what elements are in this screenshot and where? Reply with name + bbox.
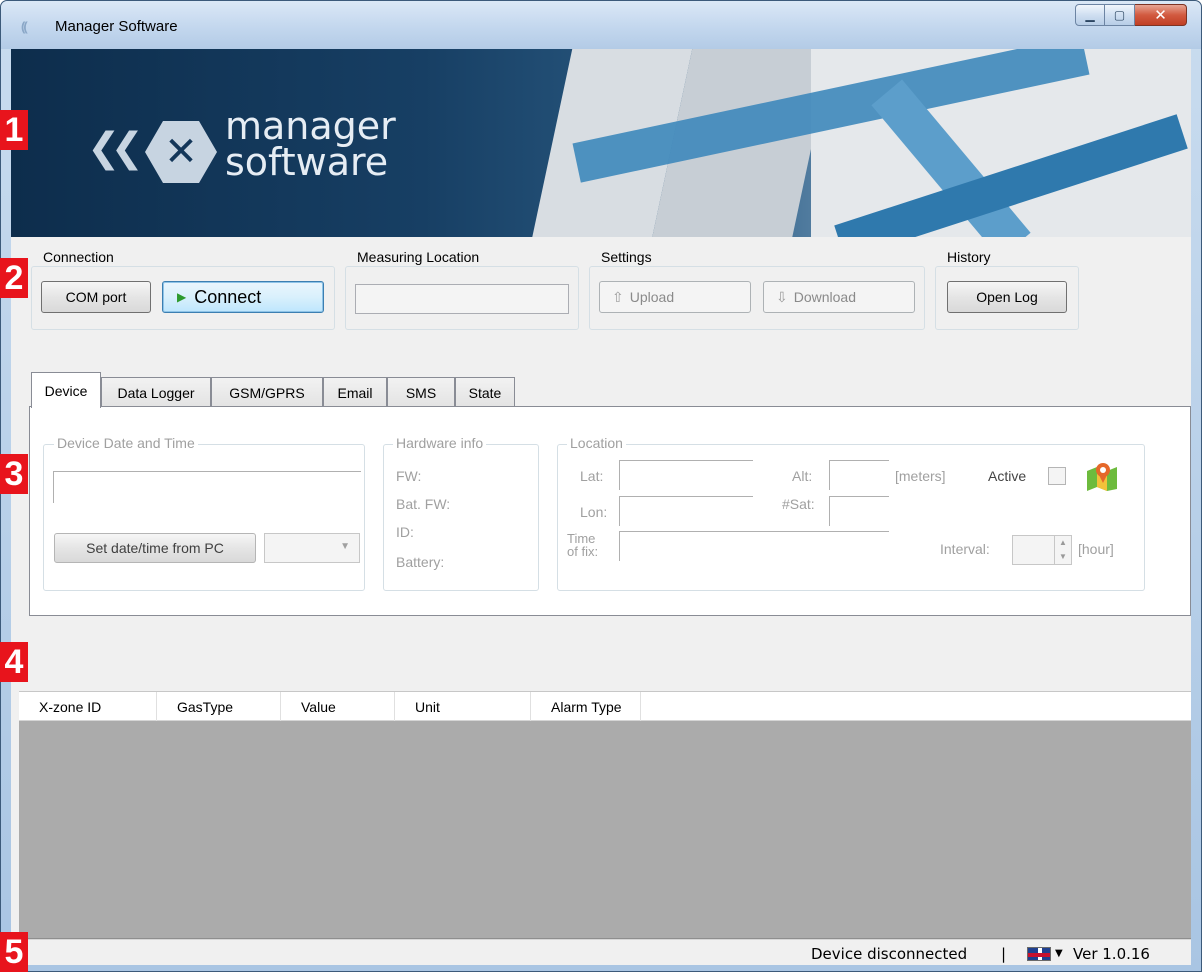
hardware-info-label: Hardware info xyxy=(393,435,487,451)
badge-1: 1 xyxy=(0,110,28,150)
measuring-location-label: Measuring Location xyxy=(357,249,480,265)
active-checkbox[interactable] xyxy=(1048,467,1066,485)
minimize-button[interactable]: ▁ xyxy=(1075,4,1105,26)
connect-label: Connect xyxy=(194,286,262,307)
logo-x-icon: ✕ xyxy=(145,121,217,183)
map-pin-icon[interactable] xyxy=(1085,461,1119,491)
connect-button[interactable]: ▶ Connect xyxy=(162,281,324,313)
sat-label: #Sat: xyxy=(782,496,815,512)
settings-label: Settings xyxy=(601,249,652,265)
set-date-time-button[interactable]: Set date/time from PC xyxy=(54,533,256,563)
tab-device[interactable]: Device xyxy=(31,372,101,408)
alarms-grid-body[interactable] xyxy=(19,721,1191,939)
location-label: Location xyxy=(567,435,626,451)
history-label: History xyxy=(947,249,991,265)
alarms-grid-header: X-zone ID GasType Value Unit Alarm Type xyxy=(19,691,1191,721)
id-label: ID: xyxy=(396,524,414,540)
lon-input[interactable] xyxy=(619,496,753,526)
status-separator: | xyxy=(1001,945,1007,963)
chevron-down-icon: ▼ xyxy=(340,541,350,552)
close-button[interactable]: ✕ xyxy=(1135,4,1187,26)
logo-chevrons-icon: ❮❮ xyxy=(87,125,144,171)
active-label: Active xyxy=(988,468,1027,484)
time-of-fix-input[interactable] xyxy=(619,531,889,561)
date-time-label: Device Date and Time xyxy=(54,435,198,451)
time-of-fix-line2: of fix: xyxy=(567,544,599,559)
play-icon: ▶ xyxy=(177,290,187,304)
alt-label: Alt: xyxy=(792,468,813,484)
badge-5: 5 xyxy=(0,932,28,972)
window-title: Manager Software xyxy=(55,18,178,35)
banner: ❮❮ ✕ manager software xyxy=(11,49,1191,237)
column-header-gas-type[interactable]: GasType xyxy=(157,692,281,721)
interval-stepper[interactable]: ▲ ▼ xyxy=(1012,535,1072,565)
download-icon: ⇩ xyxy=(776,288,788,305)
interval-label: Interval: xyxy=(940,541,990,557)
column-header-unit[interactable]: Unit xyxy=(395,692,531,721)
battery-label: Battery: xyxy=(396,554,445,570)
open-log-button[interactable]: Open Log xyxy=(947,281,1067,313)
device-tab-panel: Device Date and Time Set date/time from … xyxy=(29,406,1191,616)
tab-sms[interactable]: SMS xyxy=(387,377,455,407)
app-window: (( Manager Software ▁ ▢ ✕ ❮❮ ✕ manager s… xyxy=(0,0,1202,972)
lon-label: Lon: xyxy=(580,504,608,520)
download-button[interactable]: ⇩ Download xyxy=(763,281,915,313)
status-bar: Device disconnected | ▼ Ver 1.0.16 xyxy=(11,939,1191,965)
bat-fw-label: Bat. FW: xyxy=(396,496,451,512)
sat-input[interactable] xyxy=(829,496,889,526)
column-header-value[interactable]: Value xyxy=(281,692,395,721)
maximize-button[interactable]: ▢ xyxy=(1105,4,1135,26)
app-icon: (( xyxy=(21,19,28,34)
upload-button[interactable]: ⇧ Upload xyxy=(599,281,751,313)
column-header-alarm-type[interactable]: Alarm Type xyxy=(531,692,641,721)
lat-input[interactable] xyxy=(619,460,753,490)
meters-label: [meters] xyxy=(895,468,946,484)
fw-label: FW: xyxy=(396,468,422,484)
upload-icon: ⇧ xyxy=(612,288,624,305)
client-area: ❮❮ ✕ manager software Connection COM por… xyxy=(11,49,1191,965)
tab-data-logger[interactable]: Data Logger xyxy=(101,377,211,407)
time-of-fix-label: Time of fix: xyxy=(567,532,598,558)
tab-state[interactable]: State xyxy=(455,377,515,407)
upload-label: Upload xyxy=(629,289,675,305)
logo-text-software: software xyxy=(225,140,389,184)
badge-4: 4 xyxy=(0,642,28,682)
badge-3: 3 xyxy=(0,454,28,494)
language-flag-icon[interactable] xyxy=(1027,947,1051,961)
language-dropdown-arrow-icon[interactable]: ▼ xyxy=(1055,948,1063,959)
connection-status: Device disconnected xyxy=(811,945,968,963)
badge-2: 2 xyxy=(0,258,28,298)
version-label: Ver 1.0.16 xyxy=(1073,945,1150,963)
connection-label: Connection xyxy=(43,249,114,265)
date-time-group xyxy=(43,444,365,591)
title-bar[interactable]: (( Manager Software ▁ ▢ ✕ xyxy=(1,1,1201,49)
com-port-button[interactable]: COM port xyxy=(41,281,151,313)
lat-label: Lat: xyxy=(580,468,604,484)
tab-email[interactable]: Email xyxy=(323,377,387,407)
date-time-select[interactable]: ▼ xyxy=(264,533,360,563)
hour-label: [hour] xyxy=(1078,541,1114,557)
measuring-location-field[interactable] xyxy=(355,284,569,314)
alt-input[interactable] xyxy=(829,460,889,490)
date-time-input[interactable] xyxy=(53,471,361,503)
download-label: Download xyxy=(793,289,856,305)
column-header-xzone-id[interactable]: X-zone ID xyxy=(19,692,157,721)
tab-gsm-gprs[interactable]: GSM/GPRS xyxy=(211,377,323,407)
